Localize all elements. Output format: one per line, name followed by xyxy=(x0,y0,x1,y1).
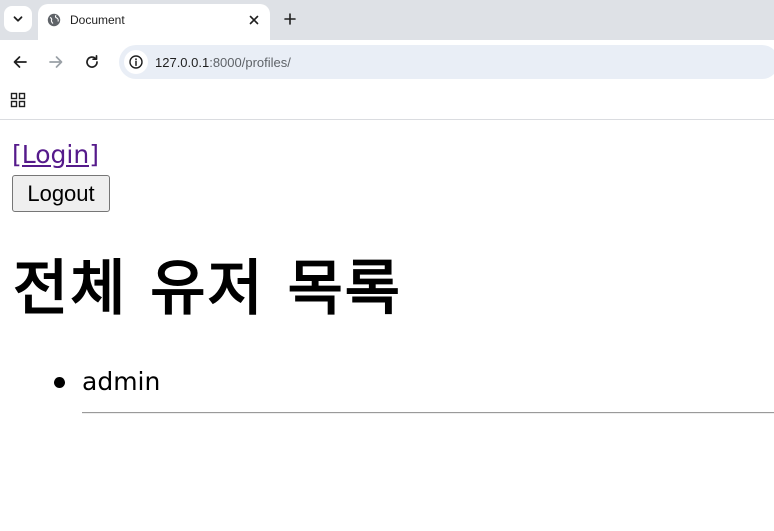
arrow-left-icon xyxy=(13,56,27,68)
site-info-button[interactable] xyxy=(124,50,148,74)
tab-strip: Document xyxy=(0,0,774,40)
url-path: :8000/profiles/ xyxy=(209,55,291,70)
login-link[interactable]: [Login] xyxy=(12,140,99,170)
bookmarks-bar xyxy=(0,84,774,120)
arrow-right-icon xyxy=(49,56,63,68)
page-content: [Login] Logout 전체 유저 목록 admin xyxy=(0,120,774,531)
url-text[interactable]: 127.0.0.1:8000/profiles/ xyxy=(155,55,291,70)
close-icon xyxy=(249,15,259,25)
apps-grid-icon[interactable] xyxy=(10,92,26,108)
username: admin xyxy=(82,367,161,396)
url-host: 127.0.0.1 xyxy=(155,55,210,70)
tab-search-button[interactable] xyxy=(4,6,32,32)
reload-button[interactable] xyxy=(82,52,102,72)
logout-button[interactable]: Logout xyxy=(12,175,110,212)
chevron-down-icon xyxy=(13,16,23,22)
forward-button[interactable] xyxy=(46,52,66,72)
list-item: admin xyxy=(0,362,774,414)
info-icon xyxy=(129,55,143,69)
active-tab[interactable]: Document xyxy=(38,4,270,40)
reload-icon xyxy=(86,54,98,68)
back-button[interactable] xyxy=(10,52,30,72)
page-title: 전체 유저 목록 xyxy=(13,254,402,324)
tab-title: Document xyxy=(70,13,125,27)
user-list: admin xyxy=(0,362,774,414)
plus-icon xyxy=(284,13,296,25)
browser-toolbar: 127.0.0.1:8000/profiles/ xyxy=(0,40,774,84)
divider xyxy=(82,412,774,414)
bullet xyxy=(54,377,65,388)
new-tab-button[interactable] xyxy=(280,9,300,29)
tab-close-button[interactable] xyxy=(246,12,262,28)
address-bar[interactable]: 127.0.0.1:8000/profiles/ xyxy=(119,45,774,79)
globe-icon xyxy=(47,13,61,27)
